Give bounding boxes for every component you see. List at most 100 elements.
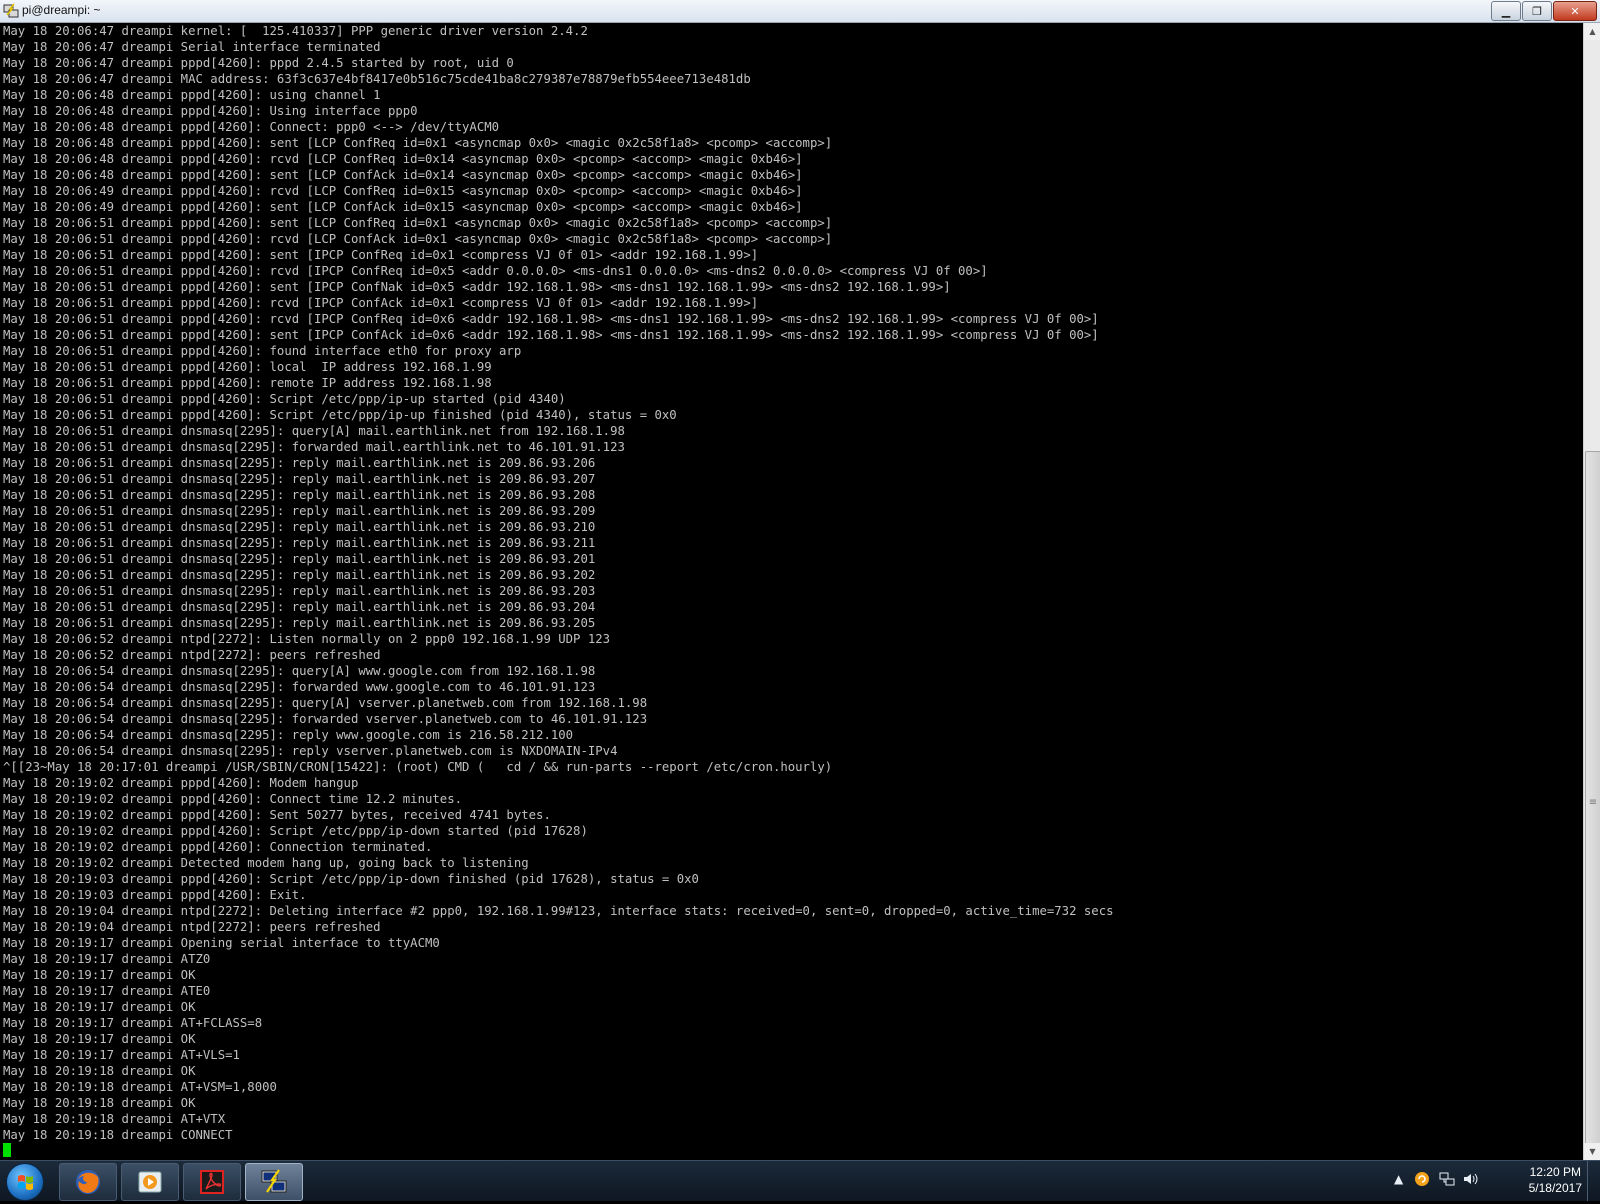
show-hidden-icons-button[interactable]: ▲: [1394, 1172, 1403, 1186]
terminal-line: May 18 20:06:51 dreampi pppd[4260]: rcvd…: [3, 264, 988, 278]
restore-icon: ❐: [1532, 4, 1542, 18]
chevron-up-icon: ▲: [1394, 1172, 1404, 1186]
putty-icon: [261, 1169, 287, 1193]
terminal-line: May 18 20:19:02 dreampi pppd[4260]: Conn…: [3, 792, 463, 806]
terminal-line: May 18 20:06:51 dreampi dnsmasq[2295]: q…: [3, 424, 625, 438]
clock-time: 12:20 PM: [1529, 1165, 1581, 1179]
terminal-prompt-line[interactable]: [3, 1143, 1583, 1159]
show-desktop-button[interactable]: [1587, 1161, 1600, 1201]
taskbar-putty[interactable]: [245, 1163, 303, 1201]
volume-icon[interactable]: [1462, 1171, 1480, 1190]
terminal-line: May 18 20:06:54 dreampi dnsmasq[2295]: q…: [3, 664, 596, 678]
chevron-up-icon: ▲: [1589, 27, 1596, 36]
terminal-line: May 18 20:06:48 dreampi pppd[4260]: Conn…: [3, 120, 500, 134]
terminal-line: May 18 20:19:02 dreampi pppd[4260]: Sent…: [3, 808, 551, 822]
terminal-line: May 18 20:19:17 dreampi AT+FCLASS=8: [3, 1016, 263, 1030]
terminal-line: May 18 20:06:51 dreampi dnsmasq[2295]: r…: [3, 552, 596, 566]
terminal-line: May 18 20:19:17 dreampi OK: [3, 968, 196, 982]
terminal-line: May 18 20:06:47 dreampi kernel: [ 125.41…: [3, 24, 588, 38]
terminal-line: May 18 20:06:48 dreampi pppd[4260]: usin…: [3, 88, 381, 102]
terminal-line: May 18 20:06:48 dreampi pppd[4260]: Usin…: [3, 104, 418, 118]
putty-icon: [3, 3, 19, 18]
scrollbar-thumb[interactable]: ≡: [1585, 451, 1600, 1153]
terminal-line: May 18 20:06:51 dreampi pppd[4260]: sent…: [3, 248, 759, 262]
taskbar: ▲ 12:20 PM 5/18/2017: [0, 1160, 1600, 1201]
terminal-line: May 18 20:06:52 dreampi ntpd[2272]: peer…: [3, 648, 381, 662]
terminal-line: May 18 20:06:51 dreampi dnsmasq[2295]: r…: [3, 488, 596, 502]
terminal-line: May 18 20:19:03 dreampi pppd[4260]: Exit…: [3, 888, 307, 902]
terminal-line: May 18 20:19:17 dreampi OK: [3, 1032, 196, 1046]
terminal-line: May 18 20:06:51 dreampi pppd[4260]: rcvd…: [3, 232, 833, 246]
text-cursor: [3, 1143, 11, 1157]
chevron-down-icon: ▼: [1589, 1147, 1596, 1156]
terminal-line: May 18 20:19:18 dreampi OK: [3, 1096, 196, 1110]
terminal-line: May 18 20:06:54 dreampi dnsmasq[2295]: f…: [3, 680, 596, 694]
network-icon[interactable]: [1438, 1171, 1456, 1190]
terminal-line: May 18 20:19:02 dreampi pppd[4260]: Conn…: [3, 840, 433, 854]
terminal-line: May 18 20:06:51 dreampi dnsmasq[2295]: f…: [3, 440, 625, 454]
terminal-line: May 18 20:06:48 dreampi pppd[4260]: sent…: [3, 168, 803, 182]
terminal-line: May 18 20:06:54 dreampi dnsmasq[2295]: r…: [3, 744, 618, 758]
start-button[interactable]: [6, 1163, 44, 1201]
terminal-line: ^[[23~May 18 20:17:01 dreampi /USR/SBIN/…: [3, 760, 833, 774]
window-title: pi@dreampi: ~: [22, 3, 101, 17]
terminal-line: May 18 20:19:18 dreampi AT+VSM=1,8000: [3, 1080, 277, 1094]
window-controls: ▁ ❐ ✕: [1490, 1, 1597, 21]
vertical-scrollbar[interactable]: ▲ ≡ ▼: [1583, 23, 1600, 1160]
close-button[interactable]: ✕: [1553, 1, 1597, 21]
terminal-line: May 18 20:19:02 dreampi pppd[4260]: Scri…: [3, 824, 588, 838]
terminal-line: May 18 20:06:51 dreampi dnsmasq[2295]: r…: [3, 536, 596, 550]
scroll-down-button[interactable]: ▼: [1584, 1143, 1600, 1160]
terminal-line: May 18 20:06:49 dreampi pppd[4260]: rcvd…: [3, 184, 803, 198]
system-tray: ▲ 12:20 PM 5/18/2017: [1394, 1161, 1600, 1201]
putty-window: pi@dreampi: ~ ▁ ❐ ✕ May 18 20:06:47 drea…: [0, 0, 1600, 1160]
terminal-line: May 18 20:06:51 dreampi pppd[4260]: loca…: [3, 360, 492, 374]
terminal-line: May 18 20:06:54 dreampi dnsmasq[2295]: r…: [3, 728, 574, 742]
terminal-line: May 18 20:19:17 dreampi OK: [3, 1000, 196, 1014]
firefox-icon: [76, 1170, 100, 1194]
title-bar[interactable]: pi@dreampi: ~ ▁ ❐ ✕: [0, 0, 1600, 23]
terminal-line: May 18 20:06:51 dreampi pppd[4260]: Scri…: [3, 408, 677, 422]
terminal-line: May 18 20:06:48 dreampi pppd[4260]: sent…: [3, 136, 833, 150]
terminal-line: May 18 20:06:49 dreampi pppd[4260]: sent…: [3, 200, 803, 214]
terminal-line: May 18 20:06:51 dreampi dnsmasq[2295]: r…: [3, 504, 596, 518]
clock-date: 5/18/2017: [1528, 1181, 1582, 1195]
media-player-icon: [138, 1171, 162, 1193]
close-icon: ✕: [1570, 4, 1580, 18]
terminal-line: May 18 20:06:51 dreampi dnsmasq[2295]: r…: [3, 472, 596, 486]
taskbar-pdf-reader[interactable]: [183, 1163, 241, 1201]
terminal-line: May 18 20:06:51 dreampi pppd[4260]: sent…: [3, 280, 951, 294]
taskbar-media-player[interactable]: [121, 1163, 179, 1201]
terminal-line: May 18 20:06:48 dreampi pppd[4260]: rcvd…: [3, 152, 803, 166]
terminal-line: May 18 20:19:17 dreampi ATE0: [3, 984, 211, 998]
minimize-button[interactable]: ▁: [1491, 1, 1521, 21]
terminal-line: May 18 20:06:51 dreampi pppd[4260]: remo…: [3, 376, 492, 390]
terminal-line: May 18 20:06:54 dreampi dnsmasq[2295]: q…: [3, 696, 648, 710]
minimize-icon: ▁: [1501, 4, 1511, 18]
terminal-line: May 18 20:06:51 dreampi dnsmasq[2295]: r…: [3, 584, 596, 598]
terminal-line: May 18 20:06:51 dreampi pppd[4260]: foun…: [3, 344, 522, 358]
terminal-line: May 18 20:06:54 dreampi dnsmasq[2295]: f…: [3, 712, 648, 726]
grip-icon: ≡: [1588, 796, 1598, 808]
terminal-output[interactable]: May 18 20:06:47 dreampi kernel: [ 125.41…: [0, 23, 1583, 1160]
terminal-line: May 18 20:19:18 dreampi CONNECT: [3, 1128, 233, 1142]
terminal-line: May 18 20:06:51 dreampi dnsmasq[2295]: r…: [3, 520, 596, 534]
terminal-line: May 18 20:06:51 dreampi pppd[4260]: Scri…: [3, 392, 566, 406]
terminal-line: May 18 20:06:51 dreampi pppd[4260]: rcvd…: [3, 296, 759, 310]
tray-update-icon[interactable]: [1414, 1171, 1430, 1190]
terminal-line: May 18 20:19:03 dreampi pppd[4260]: Scri…: [3, 872, 699, 886]
taskbar-clock[interactable]: 12:20 PM 5/18/2017: [1529, 1164, 1582, 1196]
maximize-button[interactable]: ❐: [1522, 1, 1552, 21]
terminal-lines: May 18 20:06:47 dreampi kernel: [ 125.41…: [0, 23, 1583, 1159]
terminal-line: May 18 20:19:18 dreampi OK: [3, 1064, 196, 1078]
taskbar-firefox[interactable]: [59, 1163, 117, 1201]
terminal-line: May 18 20:19:02 dreampi pppd[4260]: Mode…: [3, 776, 359, 790]
terminal-line: May 18 20:06:51 dreampi pppd[4260]: sent…: [3, 216, 833, 230]
terminal-line: May 18 20:06:51 dreampi pppd[4260]: rcvd…: [3, 312, 1099, 326]
terminal-line: May 18 20:19:04 dreampi ntpd[2272]: Dele…: [3, 904, 1114, 918]
terminal-line: May 18 20:06:52 dreampi ntpd[2272]: List…: [3, 632, 611, 646]
terminal-line: May 18 20:19:04 dreampi ntpd[2272]: peer…: [3, 920, 381, 934]
windows-logo-icon: [18, 1175, 33, 1190]
scroll-up-button[interactable]: ▲: [1584, 23, 1600, 40]
terminal-line: May 18 20:06:51 dreampi pppd[4260]: sent…: [3, 328, 1099, 342]
